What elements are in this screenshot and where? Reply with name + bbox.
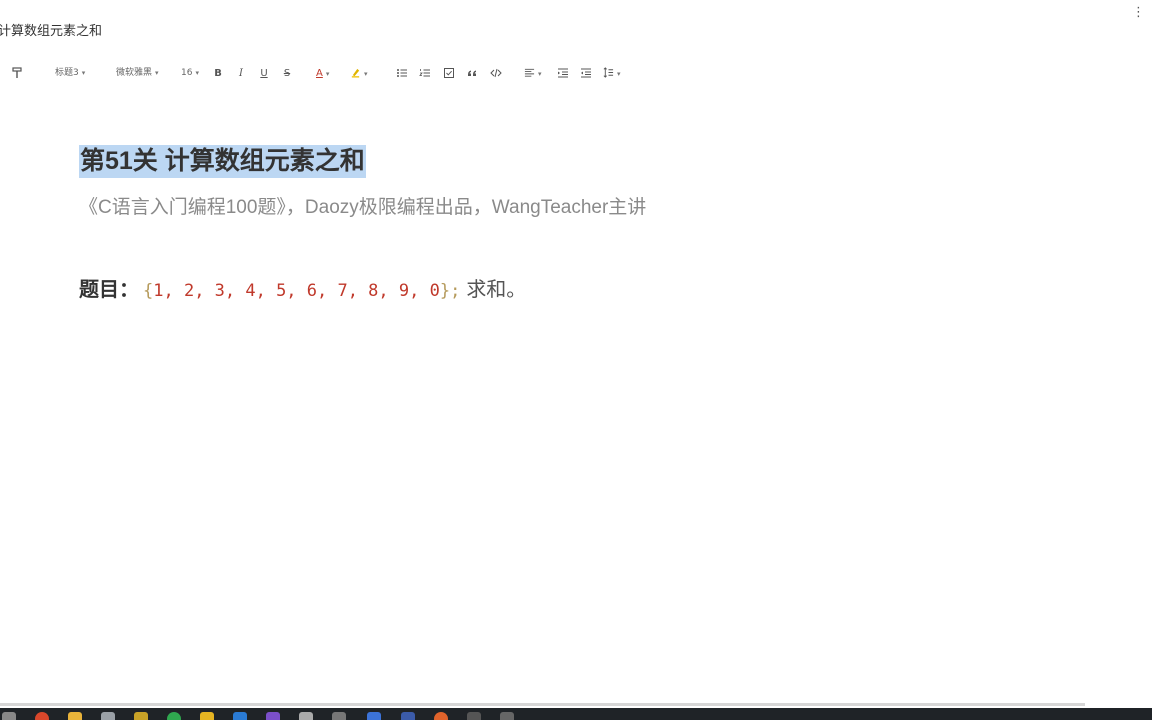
chevron-down-icon: ▾ <box>155 69 159 77</box>
question-label: 题目： <box>79 279 139 301</box>
document-subtitle[interactable]: 《C语言入门编程100题》，Daozy极限编程出品，WangTeacher主讲 <box>79 195 646 221</box>
align-left-icon <box>524 68 535 79</box>
highlight-dropdown[interactable]: ▾ <box>350 65 368 83</box>
array-literal: {1, 2, 3, 4, 5, 6, 7, 8, 9, 0}; <box>143 281 460 301</box>
align-dropdown[interactable]: ▾ <box>524 65 542 83</box>
chat-icon[interactable] <box>167 712 181 720</box>
array-open-brace: { <box>143 281 154 301</box>
format-painter-icon[interactable] <box>9 65 25 81</box>
line-height-icon <box>603 67 614 79</box>
app-icon[interactable] <box>101 712 115 720</box>
numbered-list-icon[interactable] <box>417 65 433 81</box>
taskbar <box>0 708 1152 720</box>
chevron-down-icon: ▾ <box>617 70 621 78</box>
app-icon[interactable] <box>134 712 148 720</box>
visual-studio-icon[interactable] <box>266 712 280 720</box>
editor-app-icon[interactable] <box>367 712 381 720</box>
start-icon[interactable] <box>2 712 16 720</box>
code-icon[interactable] <box>488 65 504 81</box>
chevron-down-icon: ▾ <box>81 69 86 77</box>
heading-style-value: 标题3 <box>55 68 79 78</box>
chevron-down-icon: ▾ <box>195 69 199 77</box>
horizontal-scrollbar[interactable] <box>0 703 1085 706</box>
chrome-icon[interactable] <box>35 712 49 720</box>
title-bar: 计算数组元素之和 ⋮ <box>0 0 1152 56</box>
app-icon[interactable] <box>299 712 313 720</box>
font-size-value: 16 <box>181 68 193 78</box>
terminal-icon[interactable] <box>401 712 415 720</box>
font-color-dropdown[interactable]: A ▾ <box>316 65 329 83</box>
outdent-icon[interactable] <box>578 65 594 81</box>
line-height-dropdown[interactable]: ▾ <box>603 65 621 83</box>
app-icon[interactable] <box>500 712 514 720</box>
highlighter-icon <box>350 68 361 79</box>
chevron-down-icon: ▾ <box>325 70 330 78</box>
indent-icon[interactable] <box>555 65 571 81</box>
more-options-icon[interactable]: ⋮ <box>1132 6 1145 20</box>
array-values: 1, 2, 3, 4, 5, 6, 7, 8, 9, 0 <box>153 281 440 301</box>
folder-icon[interactable] <box>68 712 82 720</box>
quote-icon[interactable] <box>464 65 480 81</box>
bold-button[interactable]: B <box>210 65 226 81</box>
italic-button[interactable]: I <box>233 65 249 81</box>
font-size-dropdown[interactable]: 16 ▾ <box>181 64 199 82</box>
font-color-icon: A <box>316 68 323 79</box>
array-close-brace: }; <box>439 281 461 301</box>
app-icon[interactable] <box>434 712 448 720</box>
underline-button[interactable]: U <box>256 65 272 81</box>
question-paragraph[interactable]: 题目： {1, 2, 3, 4, 5, 6, 7, 8, 9, 0}; 求和。 <box>79 276 526 306</box>
app-icon[interactable] <box>467 712 481 720</box>
strikethrough-button[interactable]: S <box>279 65 295 81</box>
document-title: 计算数组元素之和 <box>0 24 103 39</box>
app-icon[interactable] <box>332 712 346 720</box>
document-heading[interactable]: 第51关 计算数组元素之和 <box>79 145 366 178</box>
heading-block: 第51关 计算数组元素之和 <box>79 145 366 178</box>
heading-style-dropdown[interactable]: 标题3 ▾ <box>55 64 85 82</box>
question-tail: 求和。 <box>466 279 527 301</box>
vscode-icon[interactable] <box>233 712 247 720</box>
font-family-value: 微软雅黑 <box>116 68 153 78</box>
font-family-dropdown[interactable]: 微软雅黑 ▾ <box>116 64 159 82</box>
bullet-list-icon[interactable] <box>394 65 410 81</box>
editor-toolbar: 标题3 ▾ 微软雅黑 ▾ 16 ▾ B I U S A ▾ ▾ ▾ ▾ <box>0 62 1152 84</box>
app-icon[interactable] <box>200 712 214 720</box>
chevron-down-icon: ▾ <box>364 70 368 78</box>
chevron-down-icon: ▾ <box>538 70 542 78</box>
task-list-icon[interactable] <box>441 65 457 81</box>
